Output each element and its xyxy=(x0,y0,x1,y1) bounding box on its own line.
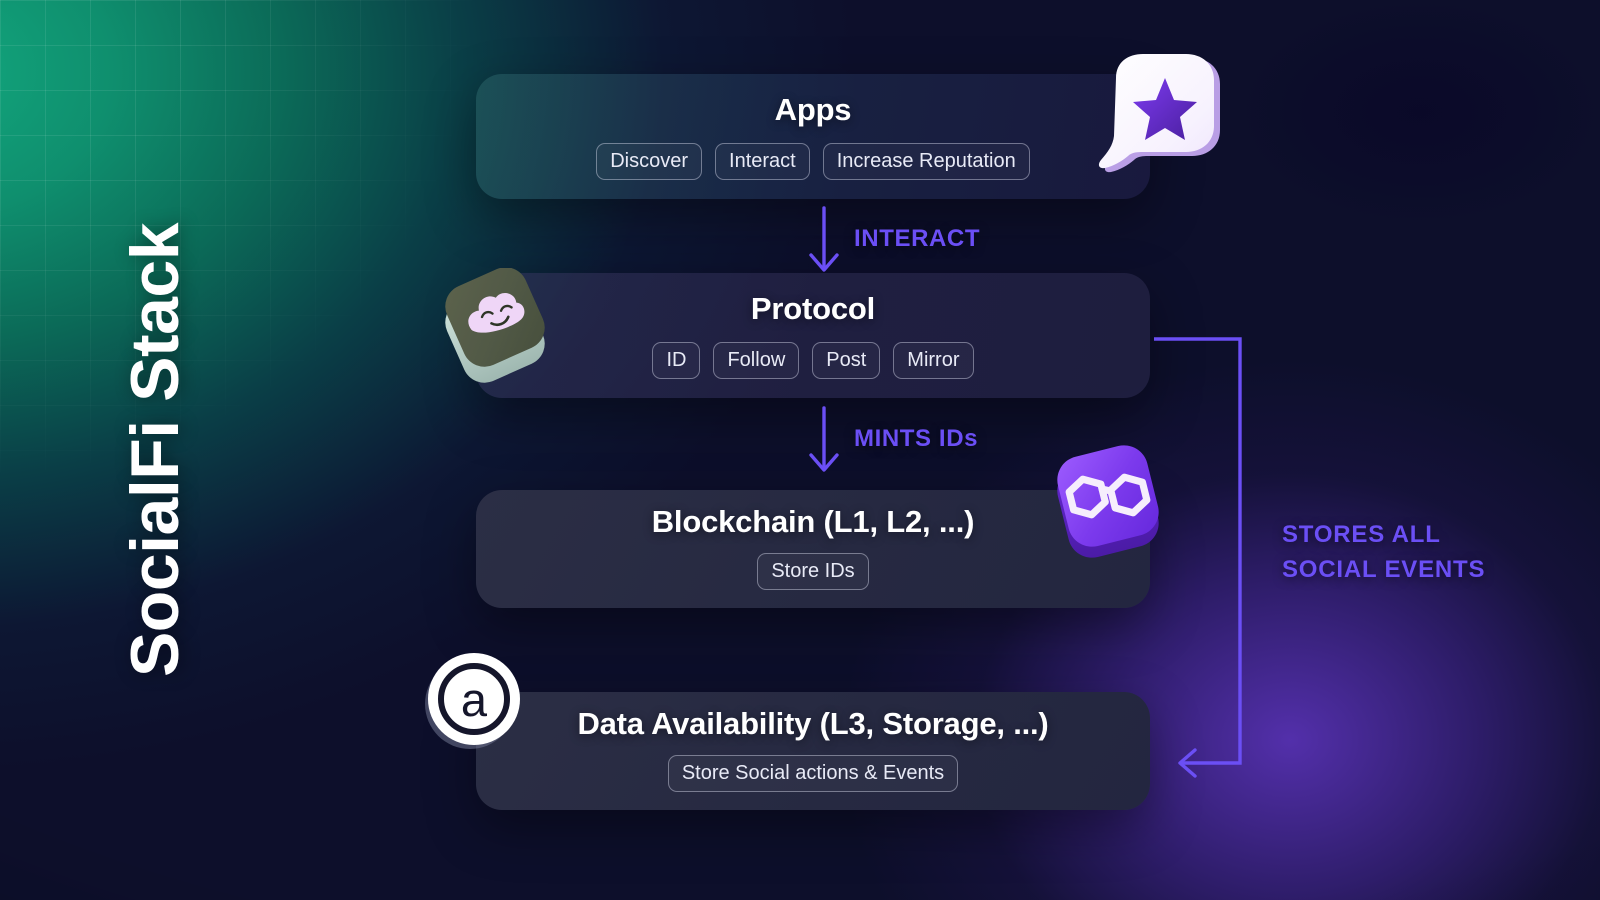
pill-store-ids[interactable]: Store IDs xyxy=(757,553,869,590)
connector-label-line-1: STORES ALL xyxy=(1282,521,1441,548)
pill-id[interactable]: ID xyxy=(652,342,701,379)
arweave-icon: a xyxy=(425,653,520,749)
flow-label-mints-ids: MINTS IDs xyxy=(854,425,979,452)
layer-card-data-availability[interactable]: Data Availability (L3, Storage, ...) Sto… xyxy=(476,692,1150,810)
page-title: SocialFi Stack xyxy=(0,0,310,900)
star-speech-bubble-icon xyxy=(1098,54,1220,173)
page-title-text: SocialFi Stack xyxy=(117,222,193,678)
layer-card-apps[interactable]: Apps Discover Interact Increase Reputati… xyxy=(476,74,1150,199)
flow-arrow-mints-ids xyxy=(809,406,839,472)
pill-discover[interactable]: Discover xyxy=(596,143,703,180)
pill-row-apps: Discover Interact Increase Reputation xyxy=(596,143,1030,180)
pill-mirror[interactable]: Mirror xyxy=(893,342,974,379)
pill-row-data-availability: Store Social actions & Events xyxy=(667,755,959,792)
pill-follow[interactable]: Follow xyxy=(713,342,800,379)
pill-row-protocol: ID Follow Post Mirror xyxy=(652,342,974,379)
pill-increase-reputation[interactable]: Increase Reputation xyxy=(822,143,1030,180)
pill-row-blockchain: Store IDs xyxy=(757,553,869,590)
svg-text:a: a xyxy=(461,673,488,726)
diagram-canvas: SocialFi Stack Apps Discover Interact In… xyxy=(0,0,1600,900)
polygon-icon xyxy=(1057,445,1159,558)
pill-interact[interactable]: Interact xyxy=(715,143,810,180)
pill-post[interactable]: Post xyxy=(812,342,881,379)
layer-title-blockchain: Blockchain (L1, L2, ...) xyxy=(651,504,975,539)
connector-label: STORES ALL SOCIAL EVENTS xyxy=(1282,518,1485,588)
pill-store-social-actions-events[interactable]: Store Social actions & Events xyxy=(667,755,959,792)
flow-arrow-interact xyxy=(809,206,839,272)
layer-title-data-availability: Data Availability (L3, Storage, ...) xyxy=(577,706,1049,741)
layer-title-apps: Apps xyxy=(774,92,852,127)
connector-label-line-2: SOCIAL EVENTS xyxy=(1282,555,1486,583)
lens-protocol-icon xyxy=(445,268,545,383)
flow-label-interact: INTERACT xyxy=(854,225,981,252)
layer-card-protocol[interactable]: Protocol ID Follow Post Mirror xyxy=(476,273,1150,398)
layer-title-protocol: Protocol xyxy=(750,291,876,326)
